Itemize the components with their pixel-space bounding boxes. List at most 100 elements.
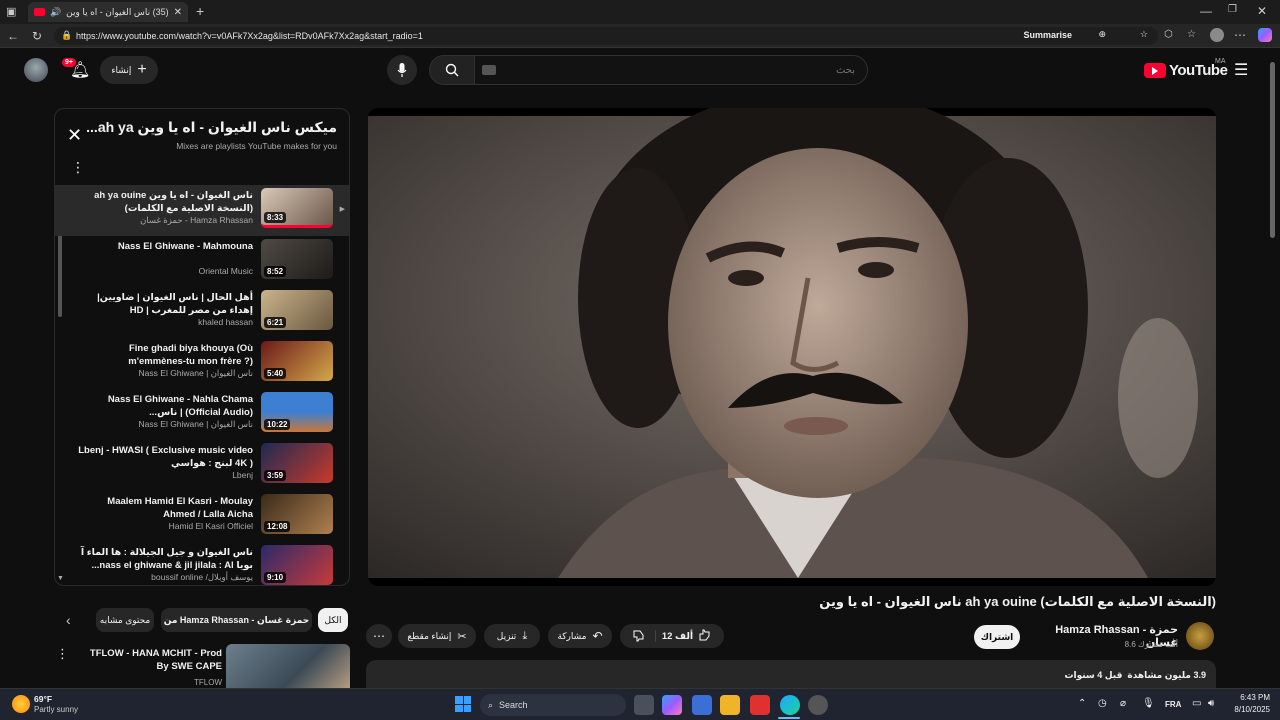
search-input[interactable]: [474, 55, 868, 85]
youtube-page: 🔔︎ 9+ إنشاء + YouTube MA ☰ ✕ ميكس ناس ال…: [0, 48, 1280, 688]
dislike-button[interactable]: [633, 630, 656, 642]
playlist-item[interactable]: 8:52 Nass El Ghiwane - Mahmouna Oriental M…: [55, 236, 349, 286]
more-horizontal-icon: ⋯: [373, 629, 385, 643]
notification-badge: 9+: [62, 58, 76, 67]
close-tab-icon[interactable]: ✕: [174, 7, 182, 18]
playlist-title: ميكس ناس الغيوان - اه يا وين ah ya...: [86, 119, 337, 135]
playlist-item-title: Nass El Ghiwane - Nahla Chama (Official …: [107, 394, 253, 418]
search-button[interactable]: [429, 55, 475, 85]
video-duration: 9:10: [264, 572, 287, 583]
volume-icon[interactable]: 🔊︎: [1208, 698, 1214, 709]
profile-avatar[interactable]: [1210, 28, 1224, 42]
playlist-thumbnail: 5:40: [261, 341, 333, 381]
playlist-item-channel: Hamid El Kasri Officiel: [168, 521, 253, 531]
chips-prev-arrow-icon[interactable]: ‹: [66, 612, 71, 628]
clip-button[interactable]: إنشاء مقطع ✂: [398, 624, 476, 648]
playlist-item[interactable]: 5:40 Fine ghadi biya khouya (Où m'emmènes…: [55, 338, 349, 388]
voice-search-button[interactable]: [387, 55, 417, 85]
recommendation-item[interactable]: ⋮ TFLOW - HANA MCHIT - Prod By SWE CAPE …: [54, 644, 350, 688]
thumbs-up-icon: [699, 629, 710, 641]
download-label: تنزيل: [496, 630, 517, 641]
thumbs-down-icon: [633, 630, 644, 642]
playlist-thumbnail: 9:10: [261, 545, 333, 585]
extensions-icon[interactable]: ⬡: [1164, 29, 1173, 40]
playlist-item-channel: Nass El Ghiwane | ناس الغيوان: [138, 419, 253, 429]
more-actions-button[interactable]: ⋯: [366, 624, 392, 648]
playlist-item-title: Nass El Ghiwane - Mahmouna: [117, 241, 253, 252]
show-hidden-icons[interactable]: ⌃: [1078, 698, 1086, 709]
close-playlist-icon[interactable]: ✕: [67, 125, 82, 146]
more-menu-icon[interactable]: ⋯: [1234, 28, 1246, 42]
keyboard-icon[interactable]: [482, 65, 496, 75]
plus-icon: +: [137, 61, 147, 78]
tab-actions-icon[interactable]: ▣: [6, 5, 16, 18]
playlist-item[interactable]: 3:59 Lbenj - HWASI ( Exclusive music vide…: [55, 440, 349, 490]
weather-icon[interactable]: [12, 695, 30, 713]
windows-start-icon[interactable]: [455, 696, 471, 712]
playlist-item[interactable]: 12:08 Maalem Hamid El Kasri - Moulay Ahme…: [55, 491, 349, 541]
favorites-icon[interactable]: ☆: [1187, 29, 1196, 40]
speaker-icon[interactable]: 🔊: [50, 7, 61, 18]
playlist-more-icon[interactable]: ⋮: [71, 159, 85, 176]
network-icon[interactable]: ⌀: [1120, 698, 1126, 709]
like-button[interactable]: [699, 629, 711, 643]
create-button[interactable]: إنشاء +: [100, 56, 158, 84]
app-icon[interactable]: [808, 695, 828, 715]
hamburger-menu-icon[interactable]: ☰: [1234, 60, 1248, 80]
edge-icon[interactable]: [780, 695, 800, 715]
channel-avatar[interactable]: [1186, 622, 1214, 650]
zoom-icon[interactable]: ⊕: [1098, 29, 1106, 40]
microphone-tray-icon[interactable]: 🎙︎: [1142, 698, 1155, 709]
subscribe-button[interactable]: اشتراك: [974, 625, 1020, 649]
view-count: 3.9 مليون مشاهدة: [1127, 670, 1206, 680]
tab-title: (35) ناس الغيوان - اه يا وين: [66, 6, 169, 17]
favorite-star-icon[interactable]: ☆: [1140, 29, 1148, 40]
playlist-item-title: ناس الغيوان و جيل الجيلالة : ها الماء آ …: [80, 547, 253, 571]
playlist-item[interactable]: 9:10 ناس الغيوان و جيل الجيلالة : ها الما…: [55, 542, 349, 585]
taskbar-search[interactable]: ⌕ Search: [480, 694, 626, 716]
battery-icon[interactable]: ◷: [1098, 698, 1107, 709]
weather-condition: Partly sunny: [34, 705, 79, 714]
playlist-item[interactable]: 10:22 Nass El Ghiwane - Nahla Chama (Offi…: [55, 389, 349, 439]
clock-time[interactable]: 6:43 PM: [1226, 693, 1270, 702]
copilot-taskbar-icon[interactable]: [662, 695, 682, 715]
recommendation-more-icon[interactable]: ⋮: [56, 646, 69, 662]
copilot-icon[interactable]: [1258, 28, 1272, 42]
playlist-thumbnail: 10:22: [261, 392, 333, 432]
scroll-down-arrow-icon[interactable]: ▼: [57, 575, 64, 582]
display-icon[interactable]: ▭: [1192, 698, 1201, 709]
description-box[interactable]: 3.9 مليون مشاهدة قبل 4 سنوات: [366, 660, 1216, 688]
page-scrollbar[interactable]: [1270, 62, 1275, 238]
back-icon[interactable]: ←: [7, 29, 19, 43]
browser-tab[interactable]: 🔊 (35) ناس الغيوان - اه يا وين ✕: [28, 2, 188, 22]
video-player[interactable]: [368, 108, 1216, 586]
maximize-icon[interactable]: ❐: [1228, 4, 1237, 15]
now-playing-icon: ▶: [339, 206, 345, 213]
file-explorer-icon[interactable]: [720, 695, 740, 715]
close-window-icon[interactable]: ✕: [1257, 4, 1267, 18]
chip-from-channel-label: من Hamza Rhassan - حمزة غسان: [163, 614, 310, 625]
summarise-button[interactable]: Summarise: [1023, 30, 1072, 40]
language-indicator[interactable]: FRA: [1165, 700, 1181, 709]
lock-icon: 🔒: [61, 30, 73, 40]
scissors-icon: ✂: [457, 630, 467, 643]
chip-all[interactable]: الكل: [318, 608, 348, 632]
store-icon[interactable]: [692, 695, 712, 715]
wps-icon[interactable]: [750, 695, 770, 715]
youtube-logo-icon: [1144, 63, 1166, 78]
task-view-icon[interactable]: [634, 695, 654, 715]
chip-related[interactable]: محتوى مشابه: [96, 608, 154, 632]
share-button[interactable]: مشاركة ↶: [548, 624, 612, 648]
chip-from-channel[interactable]: من Hamza Rhassan - حمزة غسان: [161, 608, 312, 632]
recommendation-channel: TFLOW: [194, 678, 222, 687]
download-button[interactable]: تنزيل ⤓: [484, 624, 540, 648]
new-tab-icon[interactable]: +: [196, 3, 204, 19]
account-avatar[interactable]: [24, 58, 48, 82]
playlist-item[interactable]: ▶ 8:33 ناس الغيوان - اه يا وين ah ya ouine…: [55, 185, 349, 236]
refresh-icon[interactable]: ↻: [32, 29, 42, 43]
minimize-icon[interactable]: —: [1200, 4, 1212, 18]
playlist-item[interactable]: 6:21 أهل الحال | ناس الغيوان | ضاويين| إه…: [55, 287, 349, 337]
clock-date[interactable]: 8/10/2025: [1226, 705, 1270, 714]
url-field[interactable]: 🔒 https://www.youtube.com/watch?v=v0AFk7…: [54, 27, 1158, 45]
video-duration: 8:33: [264, 212, 287, 223]
